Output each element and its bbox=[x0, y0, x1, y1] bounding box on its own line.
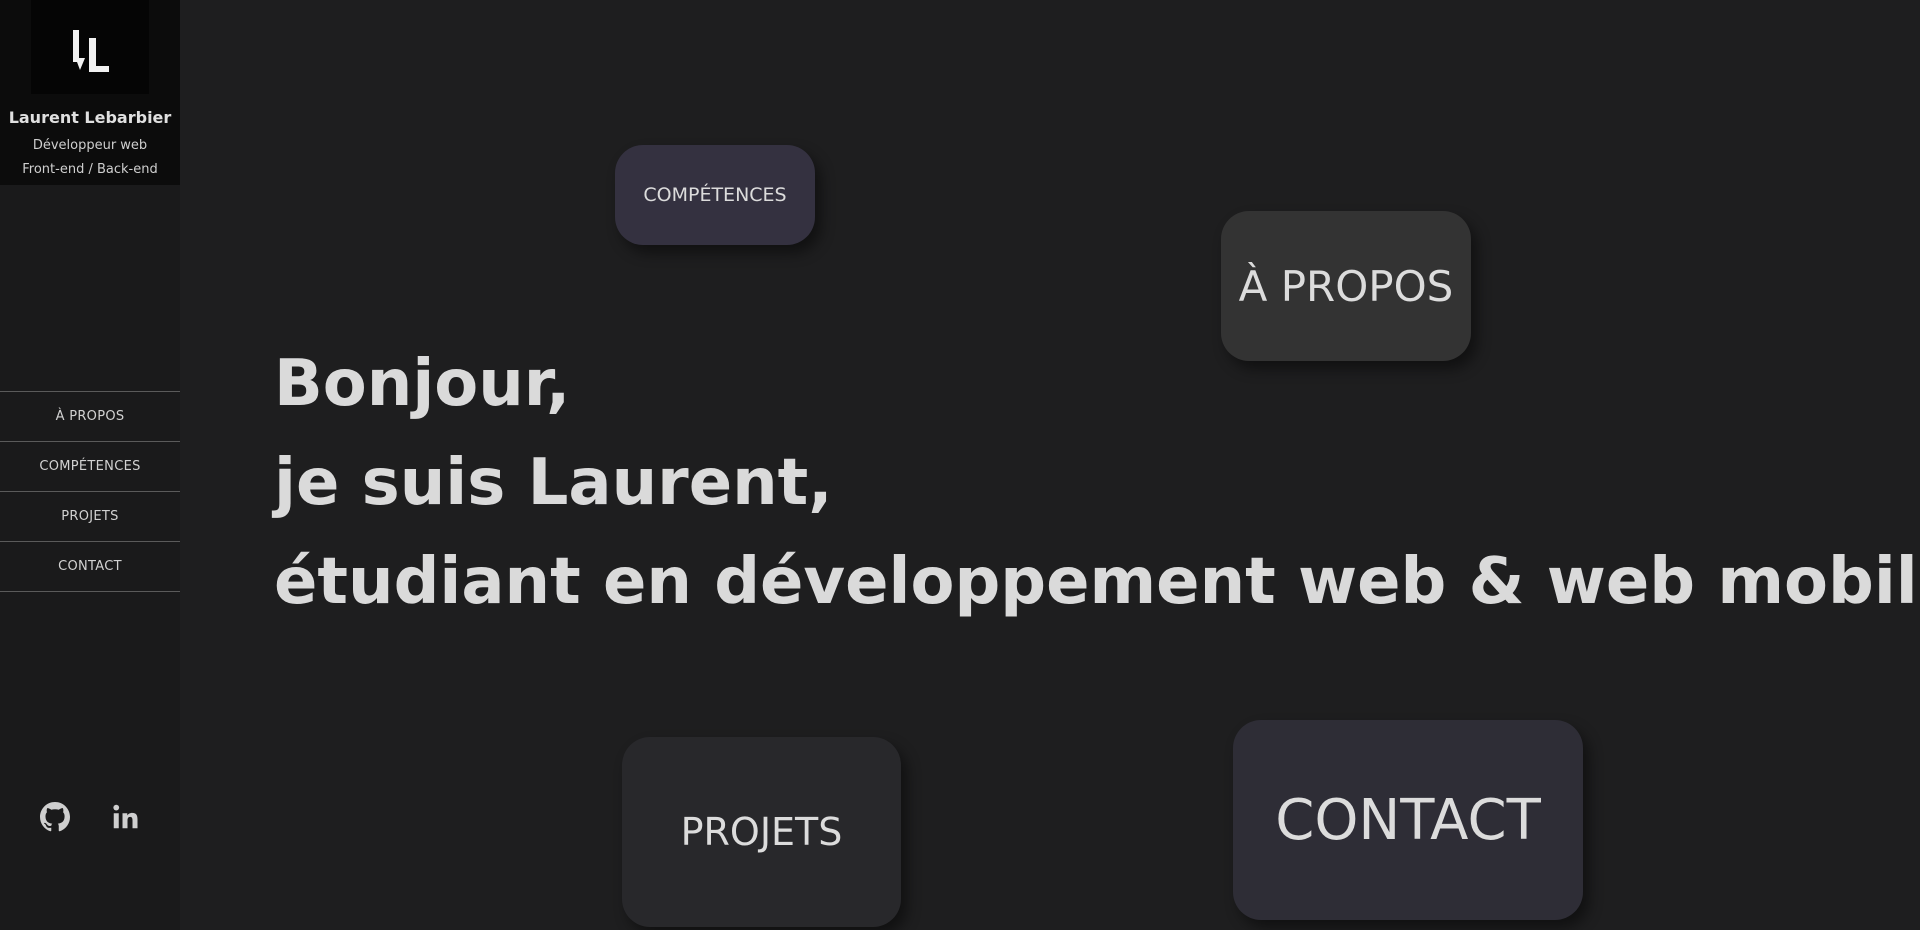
tile-competences-button[interactable]: COMPÉTENCES bbox=[615, 145, 815, 245]
sidebar-item-projets[interactable]: PROJETS bbox=[0, 492, 180, 542]
tile-projets-button[interactable]: PROJETS bbox=[622, 737, 901, 927]
tile-contact-button[interactable]: CONTACT bbox=[1233, 720, 1583, 920]
sidebar: Laurent Lebarbier Développeur web Front-… bbox=[0, 0, 180, 930]
github-icon[interactable] bbox=[40, 802, 70, 832]
linkedin-icon[interactable] bbox=[110, 802, 140, 832]
sidebar-item-contact[interactable]: CONTACT bbox=[0, 542, 180, 592]
sidebar-nav: À PROPOS COMPÉTENCES PROJETS CONTACT bbox=[0, 391, 180, 592]
hero-line-3: étudiant en développement web & web mobi… bbox=[274, 545, 1920, 619]
owner-name: Laurent Lebarbier bbox=[8, 108, 172, 127]
hero-line-2: je suis Laurent, bbox=[274, 446, 833, 520]
sidebar-item-apropos[interactable]: À PROPOS bbox=[0, 392, 180, 442]
sidebar-item-competences[interactable]: COMPÉTENCES bbox=[0, 442, 180, 492]
hero-heading: Bonjour, je suis Laurent, étudiant en dé… bbox=[274, 335, 1920, 632]
owner-stack: Front-end / Back-end bbox=[22, 162, 158, 177]
sidebar-header: Laurent Lebarbier Développeur web Front-… bbox=[0, 0, 180, 185]
hero-line-1: Bonjour, bbox=[274, 347, 571, 421]
ll-monogram-logo[interactable] bbox=[31, 0, 149, 94]
owner-role: Développeur web bbox=[32, 138, 148, 153]
ll-logo-icon bbox=[73, 30, 109, 72]
